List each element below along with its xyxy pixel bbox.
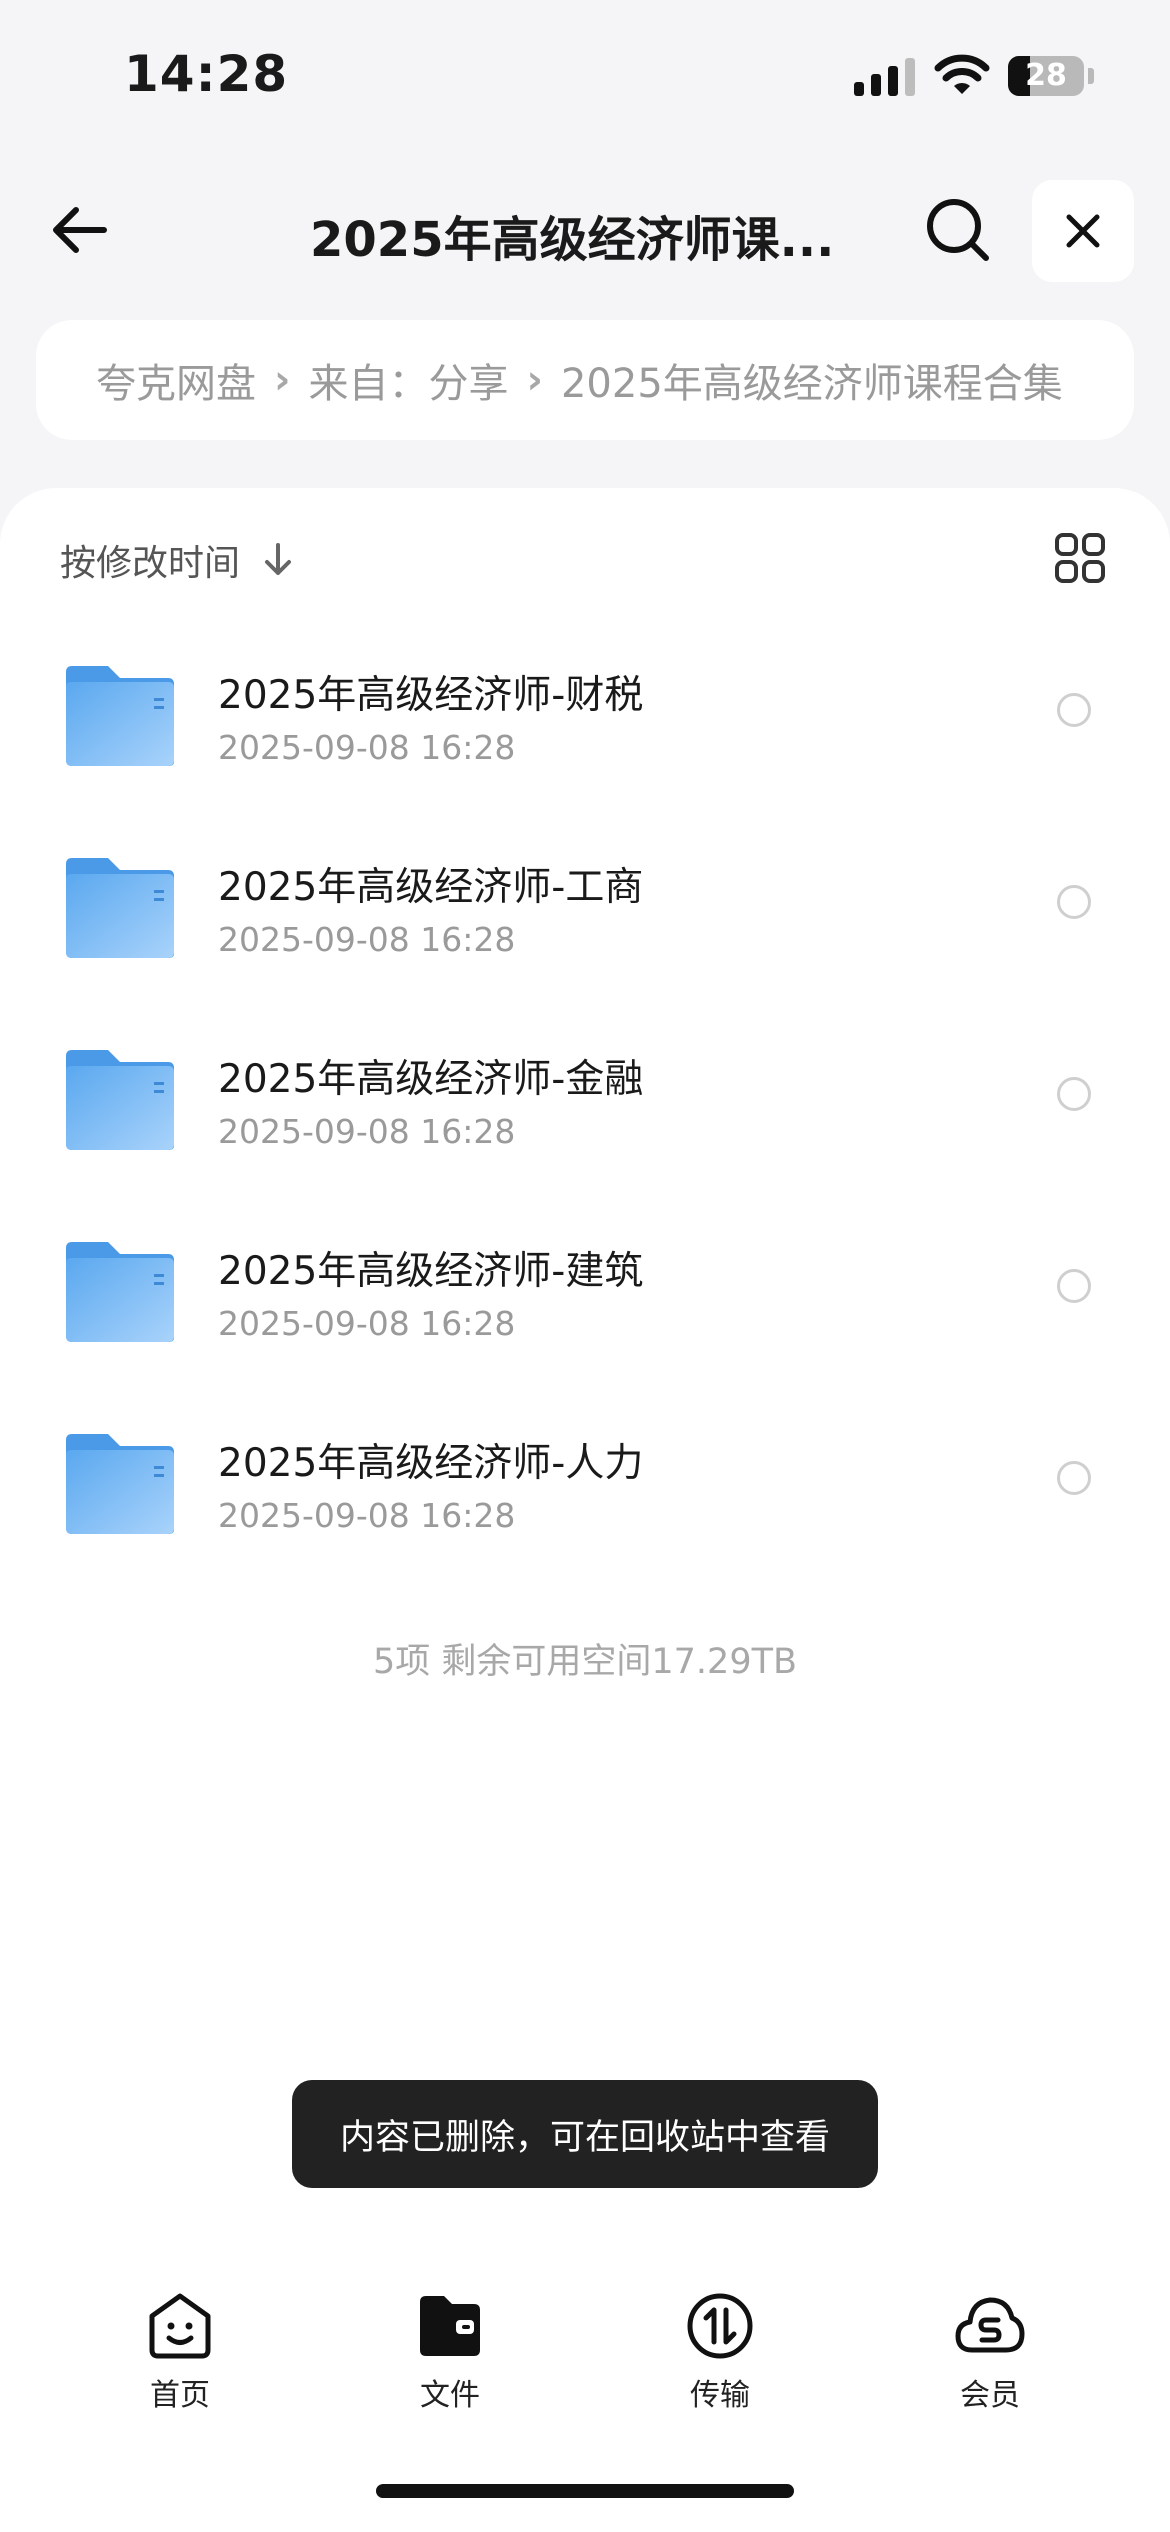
transfer-icon	[687, 2293, 753, 2359]
tab-files-label: 文件	[420, 2378, 480, 2413]
file-date: 2025-09-08 16:28	[218, 920, 516, 959]
status-bar: 14:28 28	[0, 0, 1170, 150]
tab-home-label: 首页	[150, 2378, 210, 2413]
folder-icon	[66, 858, 174, 958]
select-checkbox[interactable]	[1057, 1461, 1091, 1495]
arrow-left-icon[interactable]	[44, 194, 116, 266]
tab-member[interactable]: 会员	[920, 2290, 1060, 2414]
breadcrumb-item-current[interactable]: 2025年高级经济师课程合集	[561, 351, 1063, 409]
select-checkbox[interactable]	[1057, 885, 1091, 919]
tab-transfer[interactable]: 传输	[650, 2290, 790, 2414]
folder-icon	[66, 1050, 174, 1150]
home-indicator[interactable]	[376, 2484, 794, 2498]
list-item[interactable]: 2025年高级经济师-财税 2025-09-08 16:28	[0, 638, 1170, 830]
file-list: 2025年高级经济师-财税 2025-09-08 16:28 2025年高级经济…	[0, 638, 1170, 1598]
smiley-home-icon	[149, 2293, 211, 2359]
folder-icon	[66, 1242, 174, 1342]
file-name: 2025年高级经济师-工商	[218, 865, 644, 910]
file-date: 2025-09-08 16:28	[218, 1304, 516, 1343]
folder-file-icon	[420, 2296, 480, 2356]
wifi-icon	[934, 54, 990, 94]
breadcrumb-item-share[interactable]: 来自：分享	[308, 351, 508, 409]
battery-tip	[1088, 68, 1094, 84]
breadcrumb-separator: ›	[526, 357, 543, 403]
close-icon	[1066, 214, 1100, 248]
search-icon[interactable]	[922, 194, 994, 266]
nav-bar: 2025年高级经济师课...	[0, 170, 1170, 290]
breadcrumb: 夸克网盘 › 来自：分享 › 2025年高级经济师课程合集	[36, 320, 1134, 440]
file-name: 2025年高级经济师-人力	[218, 1441, 644, 1486]
file-date: 2025-09-08 16:28	[218, 728, 516, 767]
status-time: 14:28	[124, 45, 289, 103]
cloud-member-icon	[955, 2297, 1025, 2353]
sort-selector[interactable]: 按修改时间	[60, 534, 294, 586]
arrow-down-icon	[265, 543, 292, 575]
close-button[interactable]	[1032, 180, 1134, 282]
select-checkbox[interactable]	[1057, 1269, 1091, 1303]
list-item[interactable]: 2025年高级经济师-建筑 2025-09-08 16:28	[0, 1214, 1170, 1406]
page-title: 2025年高级经济师课...	[310, 212, 830, 268]
file-panel: 按修改时间 2025年高级经济师-财税 2025-09-08 16:28 202…	[0, 488, 1170, 2532]
breadcrumb-separator: ›	[274, 357, 291, 403]
toast-message: 内容已删除，可在回收站中查看	[292, 2080, 878, 2188]
tab-files[interactable]: 文件	[380, 2290, 520, 2414]
tab-home[interactable]: 首页	[110, 2290, 250, 2414]
folder-icon	[66, 666, 174, 766]
file-name: 2025年高级经济师-金融	[218, 1057, 644, 1102]
tab-member-label: 会员	[960, 2378, 1020, 2413]
file-date: 2025-09-08 16:28	[218, 1496, 516, 1535]
sort-label: 按修改时间	[60, 543, 241, 584]
breadcrumb-item-root[interactable]: 夸克网盘	[96, 351, 256, 409]
select-checkbox[interactable]	[1057, 1077, 1091, 1111]
file-name: 2025年高级经济师-建筑	[218, 1249, 644, 1294]
list-item[interactable]: 2025年高级经济师-工商 2025-09-08 16:28	[0, 830, 1170, 1022]
battery-level: 28	[1025, 58, 1067, 93]
file-date: 2025-09-08 16:28	[218, 1112, 516, 1151]
cellular-signal-icon	[854, 56, 915, 96]
storage-summary: 5项 剩余可用空间17.29TB	[373, 1642, 797, 1682]
tab-transfer-label: 传输	[690, 2378, 750, 2413]
battery-icon: 28	[1008, 56, 1084, 96]
list-item[interactable]: 2025年高级经济师-金融 2025-09-08 16:28	[0, 1022, 1170, 1214]
list-item[interactable]: 2025年高级经济师-人力 2025-09-08 16:28	[0, 1406, 1170, 1598]
file-name: 2025年高级经济师-财税	[218, 673, 644, 718]
select-checkbox[interactable]	[1057, 693, 1091, 727]
tab-bar: 首页 文件 传输 会员	[0, 2280, 1170, 2440]
folder-icon	[66, 1434, 174, 1534]
grid-view-icon[interactable]	[1054, 532, 1106, 584]
